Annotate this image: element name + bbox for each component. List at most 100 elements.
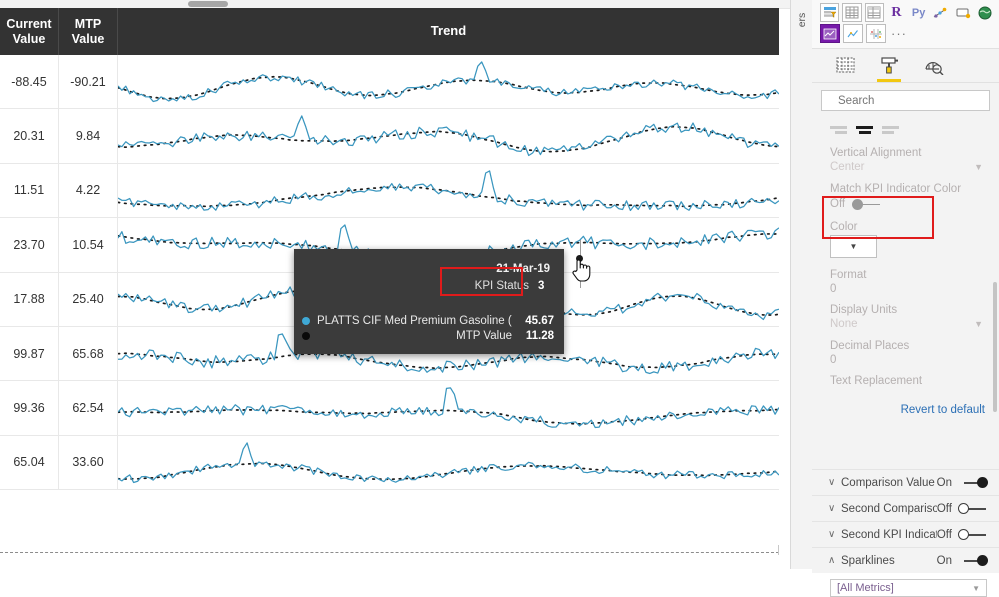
chevron-down-icon[interactable]: ∨ bbox=[828, 503, 841, 514]
mouse-cursor-hand bbox=[572, 259, 591, 282]
cell-current-value[interactable]: 99.87 bbox=[0, 326, 59, 381]
cell-current-value[interactable]: 11.51 bbox=[0, 163, 59, 218]
key-influencers-icon[interactable] bbox=[931, 3, 950, 22]
revert-to-default-link[interactable]: Revert to default bbox=[901, 404, 985, 416]
matrix-icon[interactable] bbox=[864, 3, 884, 22]
sparklines-metric-value: [All Metrics] bbox=[837, 582, 894, 594]
cell-mtp-value[interactable]: 25.40 bbox=[59, 272, 118, 326]
table-row[interactable]: 65.04 33.60 bbox=[0, 435, 779, 491]
sparkline-tooltip: 21-Mar-19 KPI Status 3 PLATTS CIF Med Pr… bbox=[294, 249, 564, 354]
format-card-title: Sparklines bbox=[841, 554, 895, 567]
filters-pane-collapsed[interactable]: ers bbox=[790, 0, 813, 569]
cell-mtp-value[interactable]: 9.84 bbox=[59, 109, 118, 163]
filters-pane-label: ers bbox=[796, 12, 808, 28]
format-card-toggle-state: Off bbox=[936, 502, 952, 515]
chevron-down-icon[interactable]: ∨ bbox=[828, 477, 841, 488]
table-row[interactable]: -88.45 -90.21 bbox=[0, 55, 779, 110]
format-card-second-kpi-indicator[interactable]: ∨Second KPI Indicator ...Off bbox=[812, 521, 999, 547]
pane-tab-strip bbox=[812, 49, 999, 83]
decimal-places-label: Decimal Places bbox=[830, 340, 910, 352]
align-center-button[interactable] bbox=[856, 123, 873, 136]
chevron-down-icon: ▼ bbox=[849, 242, 858, 251]
cell-mtp-value[interactable]: -90.21 bbox=[59, 55, 118, 109]
chevron-down-icon: ▼ bbox=[974, 162, 983, 172]
table-row[interactable]: 11.51 4.22 bbox=[0, 163, 779, 219]
viz-gallery-row-2: ··· bbox=[820, 23, 995, 44]
format-card-toggle-state: On bbox=[936, 476, 952, 489]
cell-sparkline[interactable] bbox=[118, 381, 779, 434]
analytics-tab[interactable] bbox=[920, 56, 946, 82]
line-chart-custom-icon[interactable] bbox=[843, 24, 863, 43]
format-card-comparison-value[interactable]: ∨ Comparison Value On bbox=[812, 469, 999, 495]
cell-current-value[interactable]: 17.88 bbox=[0, 272, 59, 326]
arcgis-map-icon[interactable] bbox=[976, 3, 995, 22]
r-script-visual-icon[interactable]: R bbox=[887, 3, 906, 22]
cell-mtp-value[interactable]: 33.60 bbox=[59, 435, 118, 490]
column-header-trend[interactable]: Trend bbox=[118, 8, 779, 55]
chevron-down-icon: ▼ bbox=[974, 319, 983, 329]
format-tab-selected-underline bbox=[877, 79, 901, 82]
table-row[interactable]: 99.36 62.54 bbox=[0, 381, 779, 436]
decimal-places-value[interactable]: 0 bbox=[812, 353, 999, 372]
cell-current-value[interactable]: 23.70 bbox=[0, 218, 59, 272]
format-card-sparklines[interactable]: ∧ Sparklines On bbox=[812, 547, 999, 573]
python-visual-icon[interactable]: Py bbox=[909, 3, 928, 22]
kpi-matrix-icon[interactable] bbox=[820, 24, 840, 43]
tooltip-series-value: 45.67 bbox=[525, 315, 554, 327]
revert-to-default-row: Revert to default bbox=[812, 388, 999, 422]
cell-sparkline[interactable] bbox=[118, 55, 779, 108]
align-right-button[interactable] bbox=[882, 123, 899, 136]
cell-sparkline[interactable] bbox=[118, 164, 779, 217]
cell-current-value[interactable]: 99.36 bbox=[0, 381, 59, 435]
format-card-toggle-state: On bbox=[936, 554, 952, 567]
display-units-dropdown[interactable]: None ▼ bbox=[812, 317, 999, 337]
format-pane-scrollbar[interactable] bbox=[993, 282, 997, 412]
format-cards-list: ∨Comparison ValueOn∨Second Comparison V.… bbox=[812, 469, 999, 573]
fields-tab[interactable] bbox=[832, 56, 858, 82]
format-card-toggle[interactable] bbox=[958, 503, 988, 514]
align-left-button[interactable] bbox=[830, 123, 847, 136]
color-picker-button[interactable]: ▼ bbox=[830, 235, 877, 258]
format-card-toggle[interactable] bbox=[958, 555, 988, 566]
column-header-mtp-value[interactable]: MTP Value bbox=[59, 8, 118, 55]
vertical-alignment-label: Vertical Alignment bbox=[830, 147, 922, 159]
chevron-down-icon[interactable]: ∨ bbox=[828, 529, 841, 540]
column-header-current-value[interactable]: Current Value bbox=[0, 8, 59, 55]
cell-mtp-value[interactable]: 10.54 bbox=[59, 218, 118, 272]
text-replacement-label: Text Replacement bbox=[830, 375, 923, 387]
matrix-header-row: Current Value MTP Value Trend bbox=[0, 8, 779, 55]
stacked-bar-filter-icon[interactable] bbox=[820, 3, 840, 22]
more-visuals-icon[interactable]: ··· bbox=[889, 24, 909, 43]
format-options-body: Vertical Alignment Center ▼ Match KPI In… bbox=[812, 117, 999, 469]
format-search-container bbox=[812, 83, 999, 117]
search-box[interactable] bbox=[821, 90, 994, 111]
table-row[interactable]: 20.31 9.84 bbox=[0, 109, 779, 164]
scatter-matrix-icon[interactable] bbox=[866, 24, 886, 43]
match-kpi-toggle[interactable] bbox=[852, 198, 882, 210]
chevron-up-icon[interactable]: ∧ bbox=[828, 555, 841, 566]
format-value[interactable]: 0 bbox=[812, 282, 999, 301]
format-card-title: Second Comparison V... bbox=[841, 502, 937, 515]
scrollbar-thumb[interactable] bbox=[188, 1, 228, 7]
decomposition-tree-icon[interactable] bbox=[954, 3, 973, 22]
cell-mtp-value[interactable]: 65.68 bbox=[59, 326, 118, 381]
cell-mtp-value[interactable]: 4.22 bbox=[59, 163, 118, 218]
cell-current-value[interactable]: -88.45 bbox=[0, 55, 59, 109]
tooltip-series-row: MTP Value 11.28 bbox=[302, 330, 554, 342]
vertical-alignment-dropdown[interactable]: Center ▼ bbox=[812, 160, 999, 180]
cell-current-value[interactable]: 20.31 bbox=[0, 109, 59, 163]
format-card-toggle[interactable] bbox=[958, 529, 988, 540]
cell-current-value[interactable]: 65.04 bbox=[0, 435, 59, 490]
format-card-second-comparison-v[interactable]: ∨Second Comparison V...Off bbox=[812, 495, 999, 521]
format-card-toggle[interactable] bbox=[958, 477, 988, 488]
sparklines-metric-dropdown[interactable]: [All Metrics] ▼ bbox=[830, 579, 987, 597]
cell-mtp-value[interactable]: 62.54 bbox=[59, 381, 118, 435]
cell-sparkline[interactable] bbox=[118, 109, 779, 162]
display-units-label: Display Units bbox=[830, 304, 898, 316]
cell-sparkline[interactable] bbox=[118, 436, 779, 489]
format-tab[interactable] bbox=[876, 56, 902, 82]
tooltip-series-name: MTP Value bbox=[456, 330, 512, 342]
table-icon[interactable] bbox=[842, 3, 862, 22]
tooltip-series-row: PLATTS CIF Med Premium Gasoline (F-A) 45… bbox=[302, 315, 554, 327]
search-input[interactable] bbox=[836, 93, 994, 108]
